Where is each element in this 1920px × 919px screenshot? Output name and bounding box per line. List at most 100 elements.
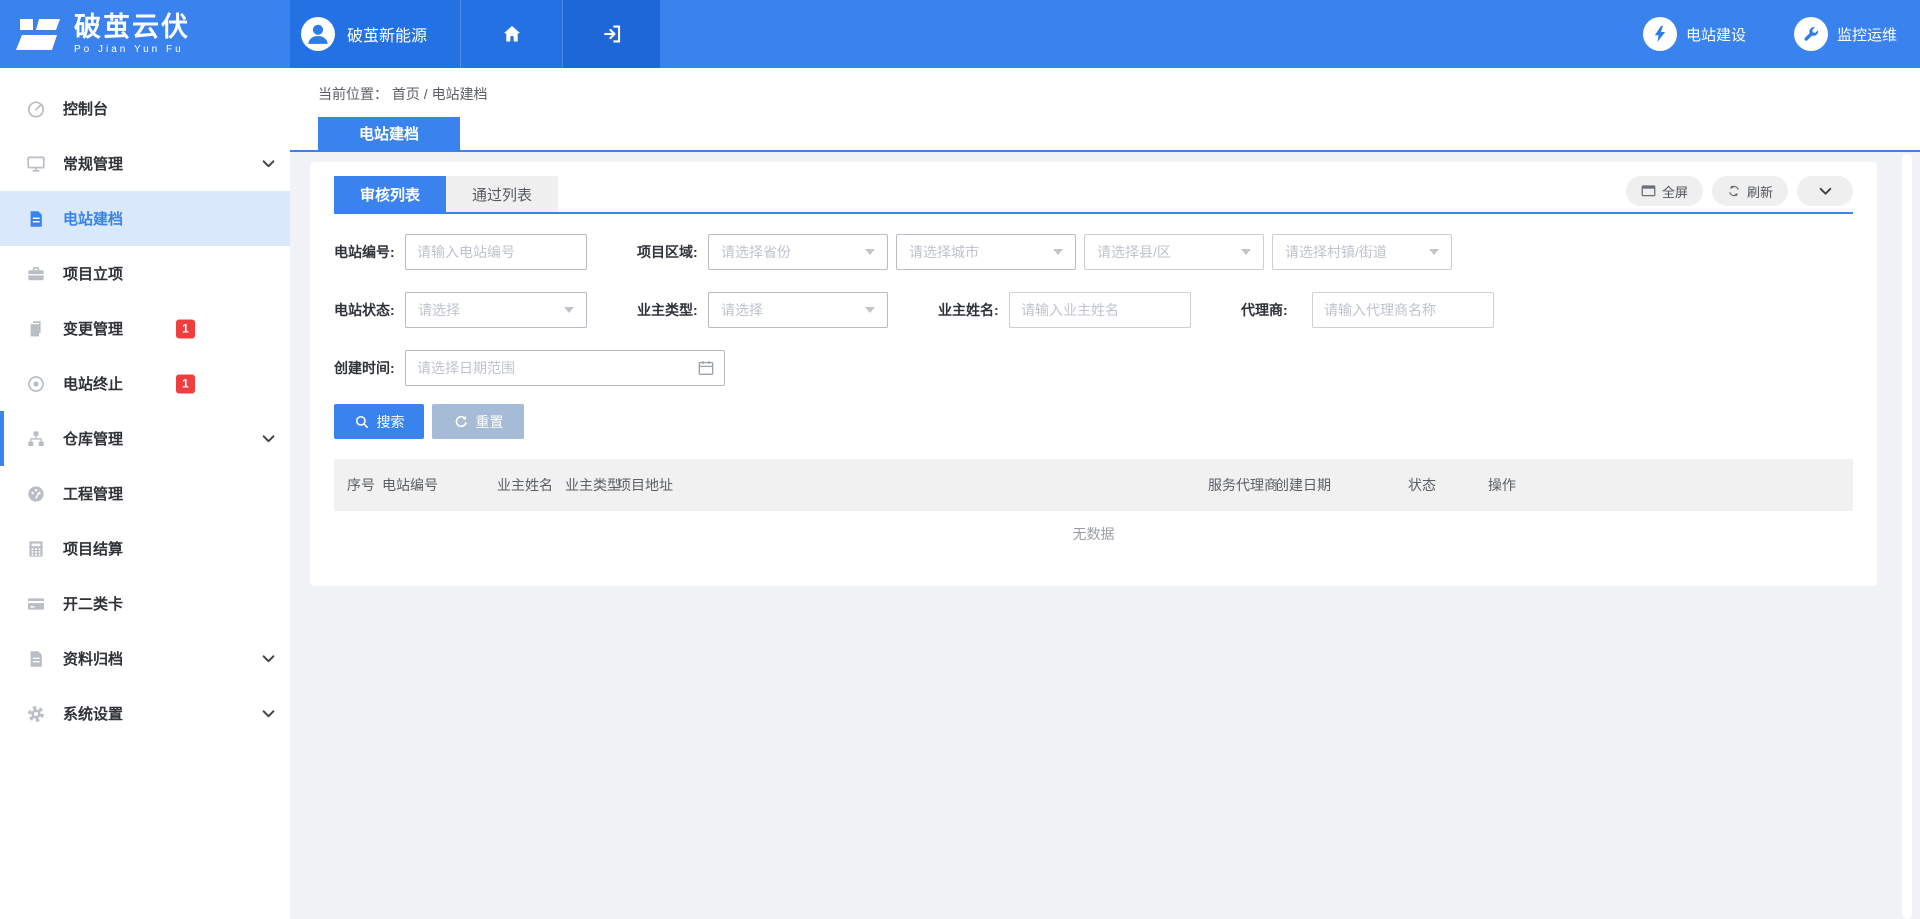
filter-form: 电站编号: 项目区域: 请选择省份 请选择城市 请选择县/区 xyxy=(334,234,1853,439)
owner-type-select[interactable]: 请选择 xyxy=(708,292,888,328)
archive-file-icon xyxy=(26,649,46,669)
breadcrumb-separator: / xyxy=(424,86,428,102)
dashboard-gauge-icon xyxy=(26,99,46,119)
chevron-down-icon xyxy=(262,434,275,443)
col-seq: 序号 xyxy=(347,459,375,511)
breadcrumb-bar: 当前位置： 首页 / 电站建档 电站建档 xyxy=(290,68,1920,152)
brand-subtitle: Po Jian Yun Fu xyxy=(74,44,190,55)
user-menu[interactable]: 破茧新能源 xyxy=(290,0,460,68)
circle-dot-icon xyxy=(26,374,46,394)
sidebar-item-engineering-mgmt[interactable]: 工程管理 xyxy=(0,466,290,521)
breadcrumb-prefix: 当前位置： xyxy=(318,86,388,102)
empty-state: 无数据 xyxy=(334,511,1853,544)
date-range-input[interactable] xyxy=(405,350,725,386)
user-icon xyxy=(303,19,333,49)
main-area: 当前位置： 首页 / 电站建档 电站建档 审核列表 通过列表 xyxy=(290,68,1920,919)
province-select[interactable]: 请选择省份 xyxy=(708,234,888,270)
tab-review-list[interactable]: 审核列表 xyxy=(334,176,446,212)
notification-badge: 1 xyxy=(176,374,195,393)
meter-icon xyxy=(26,484,46,504)
panel-tabs: 审核列表 通过列表 全屏 xyxy=(334,176,1853,214)
nav-station-build[interactable]: 电站建设 xyxy=(1643,0,1746,68)
county-select[interactable]: 请选择县/区 xyxy=(1084,234,1264,270)
sidebar-item-system-settings[interactable]: 系统设置 xyxy=(0,686,290,741)
caret-down-icon xyxy=(865,249,875,255)
table-header: 序号 电站编号 业主姓名 业主类型 项目地址 服务代理商 创建日期 状态 操作 xyxy=(334,459,1853,511)
brand: 破茧云伏 Po Jian Yun Fu xyxy=(0,0,290,68)
search-button[interactable]: 搜索 xyxy=(334,404,424,439)
station-status-label: 电站状态: xyxy=(334,300,397,320)
col-create-date: 创建日期 xyxy=(1275,459,1331,511)
sidebar-item-label: 变更管理 xyxy=(63,318,123,339)
breadcrumb-current: 电站建档 xyxy=(432,86,488,102)
sidebar-item-label: 电站终止 xyxy=(63,373,123,394)
village-select[interactable]: 请选择村镇/街道 xyxy=(1272,234,1452,270)
refresh-button[interactable]: 刷新 xyxy=(1712,176,1788,206)
avatar xyxy=(301,17,335,51)
agent-input[interactable] xyxy=(1312,292,1494,328)
col-station-no: 电站编号 xyxy=(382,459,438,511)
calculator-icon xyxy=(26,539,46,559)
wrench-icon xyxy=(1801,24,1821,44)
lightning-icon xyxy=(1650,24,1670,44)
sidebar: 控制台 常规管理 电站建档 xyxy=(0,68,290,919)
station-status-select[interactable]: 请选择 xyxy=(405,292,587,328)
refresh-icon xyxy=(1727,184,1741,198)
app-header: 破茧云伏 Po Jian Yun Fu 破茧新能源 xyxy=(0,0,1920,68)
sidebar-item-console[interactable]: 控制台 xyxy=(0,81,290,136)
col-status: 状态 xyxy=(1408,459,1436,511)
sitemap-icon xyxy=(26,429,46,449)
sidebar-item-station-filing[interactable]: 电站建档 xyxy=(0,191,290,246)
briefcase-icon xyxy=(26,264,46,284)
caret-down-icon xyxy=(1241,249,1251,255)
chevron-down-icon xyxy=(262,159,275,168)
notification-badge: 1 xyxy=(176,319,195,338)
col-owner-type: 业主类型 xyxy=(565,459,621,511)
sidebar-item-project-initiation[interactable]: 项目立项 xyxy=(0,246,290,301)
pages-icon xyxy=(26,319,46,339)
sidebar-item-label: 系统设置 xyxy=(63,703,123,724)
date-range-picker[interactable] xyxy=(405,350,725,386)
breadcrumb-home[interactable]: 首页 xyxy=(392,86,420,102)
scrollbar-track[interactable] xyxy=(1902,154,1912,919)
logout-button[interactable] xyxy=(562,0,660,68)
page-tab-station-filing[interactable]: 电站建档 xyxy=(318,117,460,150)
col-address: 项目地址 xyxy=(617,459,673,511)
chevron-down-icon xyxy=(262,709,275,718)
caret-down-icon xyxy=(1429,249,1439,255)
sidebar-item-warehouse-mgmt[interactable]: 仓库管理 xyxy=(0,411,290,466)
content: 审核列表 通过列表 全屏 xyxy=(290,152,1920,586)
caret-down-icon xyxy=(865,307,875,313)
fullscreen-button[interactable]: 全屏 xyxy=(1626,176,1703,206)
brand-title: 破茧云伏 xyxy=(74,13,190,41)
sidebar-item-open-type2-card[interactable]: 开二类卡 xyxy=(0,576,290,631)
nav-monitor-ops[interactable]: 监控运维 xyxy=(1794,0,1897,68)
panel-toolbar: 全屏 刷新 xyxy=(1626,176,1853,212)
tab-passed-list[interactable]: 通过列表 xyxy=(446,176,558,212)
city-select[interactable]: 请选择城市 xyxy=(896,234,1076,270)
sidebar-item-data-archive[interactable]: 资料归档 xyxy=(0,631,290,686)
nav-monitor-ops-label: 监控运维 xyxy=(1837,24,1897,45)
owner-name-label: 业主姓名: xyxy=(938,300,1001,320)
home-button[interactable] xyxy=(460,0,562,68)
sidebar-item-change-mgmt[interactable]: 变更管理 1 xyxy=(0,301,290,356)
sidebar-item-label: 仓库管理 xyxy=(63,428,123,449)
station-no-input[interactable] xyxy=(405,234,587,270)
sidebar-item-label: 开二类卡 xyxy=(63,593,123,614)
sidebar-item-label: 常规管理 xyxy=(63,153,123,174)
sidebar-item-station-termination[interactable]: 电站终止 1 xyxy=(0,356,290,411)
col-owner-name: 业主姓名 xyxy=(497,459,553,511)
logout-icon xyxy=(601,23,623,45)
caret-down-icon xyxy=(564,307,574,313)
brand-logo-icon xyxy=(15,14,63,54)
user-name: 破茧新能源 xyxy=(347,22,427,46)
owner-type-label: 业主类型: xyxy=(637,300,700,320)
collapse-button[interactable] xyxy=(1797,176,1853,206)
reset-button[interactable]: 重置 xyxy=(432,404,524,439)
owner-name-input[interactable] xyxy=(1009,292,1191,328)
sidebar-item-project-settlement[interactable]: 项目结算 xyxy=(0,521,290,576)
nav-station-build-label: 电站建设 xyxy=(1686,24,1746,45)
home-icon xyxy=(501,23,523,45)
sidebar-item-label: 项目结算 xyxy=(63,538,123,559)
sidebar-item-general-mgmt[interactable]: 常规管理 xyxy=(0,136,290,191)
